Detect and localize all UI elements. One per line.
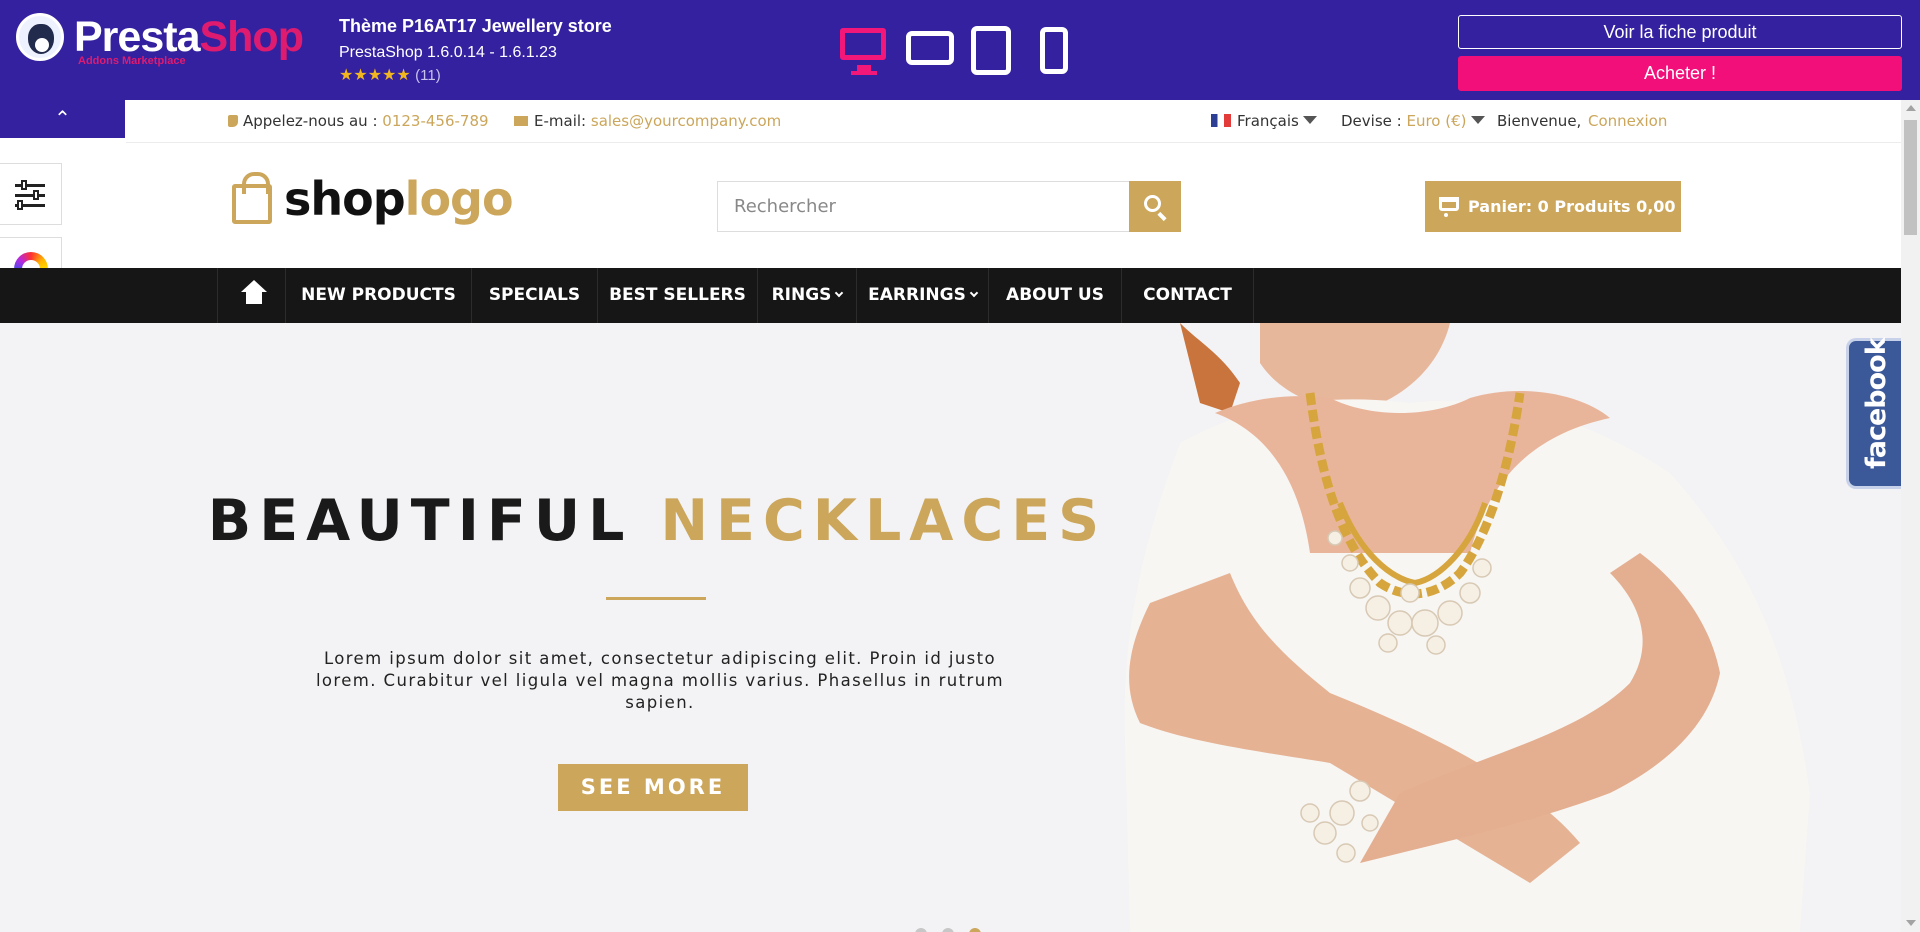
email-label: E-mail:	[534, 112, 587, 130]
welcome-text: Bienvenue,	[1497, 112, 1582, 130]
desktop-icon[interactable]	[840, 28, 886, 75]
prestashop-wordmark: PrestaShop	[74, 13, 304, 61]
phone-icon[interactable]	[1040, 27, 1068, 74]
search-button[interactable]	[1129, 181, 1181, 232]
cart-label: Panier: 0 Produits 0,00 €	[1468, 197, 1693, 216]
currency-selector[interactable]: Devise : Euro (€)	[1341, 112, 1485, 130]
cart-icon	[1439, 197, 1459, 218]
search-icon	[1144, 195, 1161, 212]
slide-dot[interactable]	[942, 928, 954, 932]
nav-specials[interactable]: SPECIALS	[471, 268, 597, 323]
cart-button[interactable]: Panier: 0 Produits 0,00 €	[1425, 181, 1692, 232]
nav-best-sellers[interactable]: BEST SELLERS	[597, 268, 757, 323]
nav-about-us[interactable]: ABOUT US	[988, 268, 1121, 323]
scroll-up-icon[interactable]	[1906, 105, 1916, 111]
see-more-button[interactable]: SEE MORE	[558, 764, 748, 811]
view-product-sheet-button[interactable]: Voir la fiche produit	[1458, 15, 1902, 49]
nav-home[interactable]	[217, 268, 285, 323]
hero-divider	[606, 597, 706, 600]
shop-logo-text: shoplogo	[284, 172, 514, 226]
tablet-portrait-icon[interactable]	[971, 26, 1011, 75]
slide-dot[interactable]	[915, 928, 927, 932]
prestashop-logo-subtitle: Addons Marketplace	[78, 55, 186, 67]
nav-contact[interactable]: CONTACT	[1121, 268, 1254, 323]
prestashop-logo[interactable]: PrestaShop Addons Marketplace	[16, 13, 306, 73]
tablet-landscape-icon[interactable]	[906, 31, 954, 65]
demo-top-bar: PrestaShop Addons Marketplace Thème P16A…	[0, 0, 1920, 100]
hero-description: Lorem ipsum dolor sit amet, consectetur …	[315, 649, 1005, 712]
facebook-label: facebook	[1861, 338, 1892, 469]
shopping-bag-icon	[232, 172, 272, 224]
french-flag-icon	[1211, 114, 1231, 127]
theme-rating: ★★★★★ (11)	[339, 65, 612, 87]
phone-icon	[228, 115, 238, 127]
scroll-down-icon[interactable]	[1906, 920, 1916, 926]
main-navigation: NEW PRODUCTS SPECIALS BEST SELLERS RINGS…	[0, 268, 1901, 323]
hero-slider: BEAUTIFUL NECKLACES Lorem ipsum dolor si…	[0, 323, 1901, 932]
chevron-down-icon	[969, 288, 979, 298]
search-input[interactable]	[718, 182, 1128, 231]
facebook-tab[interactable]: facebook	[1846, 338, 1901, 489]
rating-count: (11)	[415, 67, 441, 84]
slide-dot-active[interactable]	[969, 928, 981, 932]
collapse-bar-button[interactable]: ⌃	[0, 100, 125, 138]
language-selector[interactable]: Français	[1211, 112, 1317, 130]
nav-earrings[interactable]: EARRINGS	[856, 268, 988, 323]
currency-value: Euro (€)	[1406, 112, 1467, 130]
chevron-up-icon: ⌃	[54, 108, 71, 130]
envelope-icon	[514, 116, 528, 126]
phone-label: Appelez-nous au :	[243, 112, 378, 130]
page-scrollbar[interactable]	[1901, 100, 1920, 932]
theme-title: Thème P16AT17 Jewellery store	[339, 16, 612, 36]
scrollbar-thumb[interactable]	[1904, 120, 1917, 235]
prestashop-puffin-icon	[16, 13, 64, 61]
login-link[interactable]: Connexion	[1588, 112, 1667, 130]
home-icon	[241, 280, 267, 306]
theme-info: Thème P16AT17 Jewellery store PrestaShop…	[339, 14, 612, 87]
caret-down-icon	[1302, 116, 1317, 124]
chevron-down-icon	[835, 288, 844, 298]
currency-label: Devise :	[1341, 112, 1402, 130]
search-bar	[717, 181, 1181, 232]
phone-number[interactable]: 0123-456-789	[382, 112, 488, 130]
email-info: E-mail: sales@yourcompany.com	[514, 112, 781, 130]
nav-new-products[interactable]: NEW PRODUCTS	[285, 268, 471, 323]
theme-settings-button[interactable]	[0, 163, 62, 225]
nav-rings[interactable]: RINGS	[757, 268, 856, 323]
phone-info: Appelez-nous au : 0123-456-789	[228, 112, 489, 130]
theme-versions: PrestaShop 1.6.0.14 - 1.6.1.23	[339, 44, 557, 61]
hero-model-image	[1110, 323, 1901, 932]
language-value: Français	[1237, 112, 1299, 130]
rating-stars: ★★★★★	[339, 67, 411, 84]
buy-button[interactable]: Acheter !	[1458, 56, 1902, 91]
top-info-bar: Appelez-nous au : 0123-456-789 E-mail: s…	[126, 100, 1901, 143]
caret-down-icon	[1470, 116, 1485, 124]
email-link[interactable]: sales@yourcompany.com	[591, 112, 781, 130]
